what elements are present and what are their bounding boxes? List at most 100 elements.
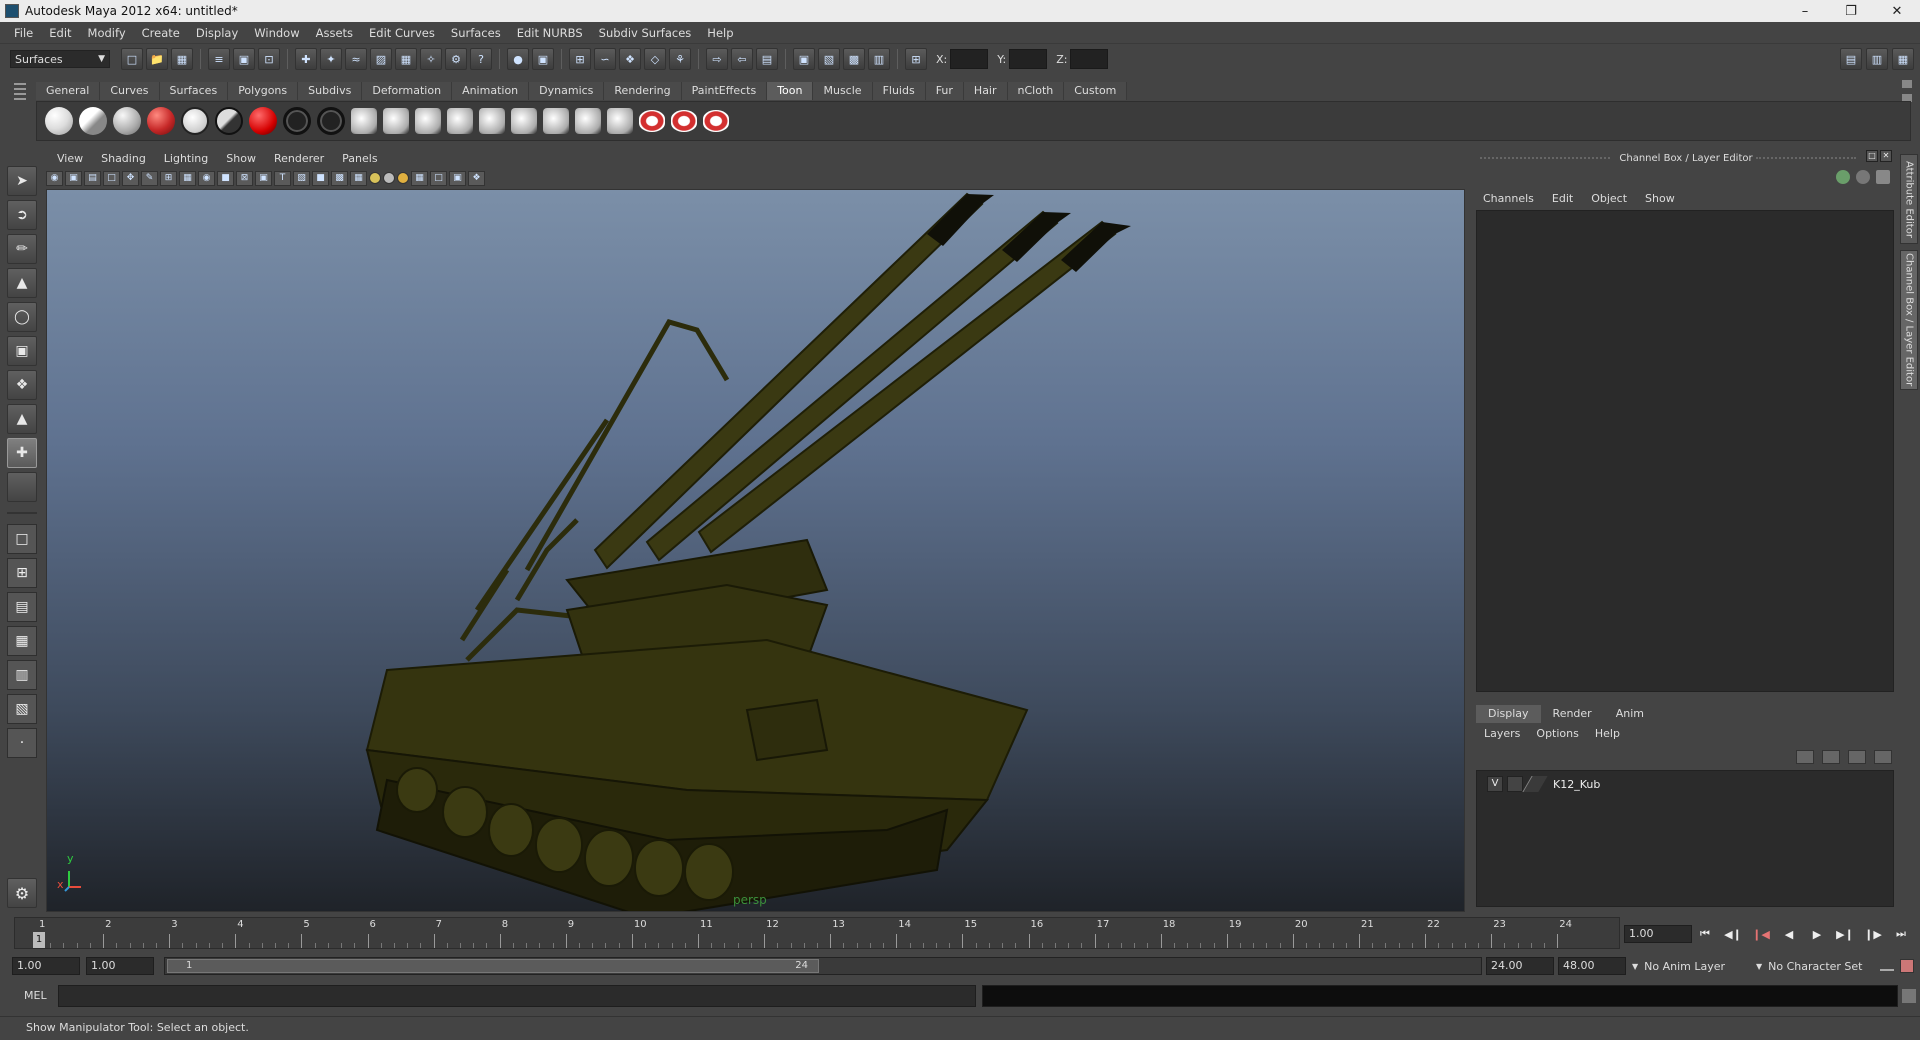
menu-edit-nurbs[interactable]: Edit NURBS: [509, 26, 591, 40]
range-slider-track[interactable]: 1 24: [164, 957, 1482, 975]
soft-modification-icon[interactable]: ▲: [7, 404, 37, 434]
field-chart-icon[interactable]: ⊠: [236, 170, 253, 186]
ipr-render-icon[interactable]: ▧: [818, 48, 840, 70]
layer-menu-layers[interactable]: Layers: [1476, 727, 1528, 740]
move-layer-down-icon[interactable]: [1822, 750, 1840, 764]
shadows-icon[interactable]: [397, 172, 409, 184]
current-time-field[interactable]: 1.00: [1624, 925, 1692, 943]
step-forward-frame-icon[interactable]: ▶❙: [1836, 926, 1854, 942]
step-back-key-icon[interactable]: ◀❙: [1724, 926, 1742, 942]
select-hierarchy-icon[interactable]: ≡: [208, 48, 230, 70]
command-language-toggle[interactable]: MEL: [24, 989, 47, 1002]
menu-display[interactable]: Display: [188, 26, 246, 40]
new-empty-layer-icon[interactable]: [1848, 750, 1866, 764]
animation-end-field[interactable]: 48.00: [1558, 957, 1626, 975]
layer-menu-help[interactable]: Help: [1587, 727, 1628, 740]
go-to-start-icon[interactable]: ⏮: [1696, 926, 1714, 942]
safe-action-icon[interactable]: ▣: [255, 170, 272, 186]
toon-red-shader-icon[interactable]: [249, 107, 277, 135]
gear-icon[interactable]: ⚙: [7, 878, 37, 908]
xray-icon[interactable]: □: [430, 170, 447, 186]
playback-end-field[interactable]: 24.00: [1486, 957, 1554, 975]
layer-color-swatch[interactable]: [1522, 776, 1548, 792]
auto-key-icon[interactable]: [1880, 959, 1894, 971]
restore-button[interactable]: ❐: [1828, 0, 1874, 22]
xray-joints-icon[interactable]: ▣: [449, 170, 466, 186]
drag-handle[interactable]: [1756, 157, 1856, 159]
script-editor-icon[interactable]: [1902, 989, 1916, 1003]
lock-selection-icon[interactable]: ●: [507, 48, 529, 70]
hyperbolic-mode-icon[interactable]: [1876, 170, 1890, 184]
safe-title-icon[interactable]: T: [274, 170, 291, 186]
channel-box-tab[interactable]: Channel Box / Layer Editor: [1900, 250, 1918, 390]
toon-line-modifier-icon[interactable]: [383, 108, 409, 134]
toon-light-angle-fill-icon[interactable]: [79, 107, 107, 135]
smooth-shade-icon[interactable]: ■: [312, 170, 329, 186]
play-forwards-icon[interactable]: ▶: [1808, 926, 1826, 942]
tab-curves[interactable]: Curves: [100, 82, 160, 100]
panel-menu-panels[interactable]: Panels: [333, 152, 386, 166]
snap-curve-icon[interactable]: ∽: [594, 48, 616, 70]
persp-outliner-layout-icon[interactable]: ▤: [7, 592, 37, 622]
go-to-end-icon[interactable]: ⏭: [1892, 926, 1910, 942]
toon-paint-line-icon[interactable]: [351, 108, 377, 134]
new-layer-from-selection-icon[interactable]: [1874, 750, 1892, 764]
panel-menu-shading[interactable]: Shading: [92, 152, 155, 166]
tab-general[interactable]: General: [36, 82, 101, 100]
minimize-button[interactable]: –: [1782, 0, 1828, 22]
snap-point-icon[interactable]: ❖: [619, 48, 641, 70]
save-scene-icon[interactable]: ▦: [171, 48, 193, 70]
layer-visibility-toggle[interactable]: V: [1487, 776, 1503, 792]
isolate-select-icon[interactable]: ▦: [411, 170, 428, 186]
grease-pencil-icon[interactable]: ✎: [141, 170, 158, 186]
character-set-dropdown[interactable]: ▼ No Character Set: [1756, 957, 1862, 975]
select-curve-icon[interactable]: ≈: [345, 48, 367, 70]
toon-profile-icon[interactable]: [447, 108, 473, 134]
toggle-channel-box-icon[interactable]: ▦: [1892, 48, 1914, 70]
tab-animation[interactable]: Animation: [452, 82, 530, 100]
tab-dynamics[interactable]: Dynamics: [529, 82, 605, 100]
make-live-icon[interactable]: ⚘: [669, 48, 691, 70]
menu-assets[interactable]: Assets: [308, 26, 361, 40]
layer-row[interactable]: V K12_Kub: [1477, 771, 1893, 797]
film-gate-icon[interactable]: ▦: [179, 170, 196, 186]
x-field[interactable]: [950, 49, 989, 69]
camera-attributes-icon[interactable]: ▣: [65, 170, 82, 186]
menu-edit[interactable]: Edit: [41, 26, 79, 40]
toon-lips-icon[interactable]: [639, 110, 665, 132]
step-forward-key-icon[interactable]: ❙▶: [1864, 926, 1882, 942]
tab-render[interactable]: Render: [1540, 705, 1604, 723]
hypershade-icon[interactable]: ▥: [868, 48, 890, 70]
shelf-options[interactable]: [1902, 80, 1912, 102]
animation-start-field[interactable]: 1.00: [12, 957, 80, 975]
channel-box-menu-object[interactable]: Object: [1582, 192, 1636, 205]
wireframe-on-shaded-icon[interactable]: ▩: [331, 170, 348, 186]
channel-box-menu-show[interactable]: Show: [1636, 192, 1684, 205]
select-dynamic-icon[interactable]: ✧: [420, 48, 442, 70]
menu-modify[interactable]: Modify: [80, 26, 134, 40]
play-backwards-icon[interactable]: ◀: [1780, 926, 1798, 942]
construction-history-icon[interactable]: ▤: [756, 48, 778, 70]
open-scene-icon[interactable]: 📁: [146, 48, 168, 70]
gate-mask-icon[interactable]: ■: [217, 170, 234, 186]
channel-box-menu-edit[interactable]: Edit: [1543, 192, 1582, 205]
render-settings-icon[interactable]: ▩: [843, 48, 865, 70]
animation-preferences-icon[interactable]: [1900, 959, 1914, 973]
toon-dark-profile-icon[interactable]: [147, 107, 175, 135]
menu-help[interactable]: Help: [699, 26, 741, 40]
shelf-handle[interactable]: [14, 80, 30, 140]
move-tool-icon[interactable]: ▲: [7, 268, 37, 298]
menu-surfaces[interactable]: Surfaces: [443, 26, 509, 40]
select-deformer-icon[interactable]: ▦: [395, 48, 417, 70]
toon-lips-3-icon[interactable]: [703, 110, 729, 132]
toon-rim-light-icon[interactable]: [181, 107, 209, 135]
hypershade-persp-layout-icon[interactable]: ▥: [7, 660, 37, 690]
select-component-icon[interactable]: ⊡: [258, 48, 280, 70]
menu-window[interactable]: Window: [246, 26, 307, 40]
panel-menu-view[interactable]: View: [48, 152, 92, 166]
time-slider[interactable]: 1 2 3 4 5 6 7 8 9 10 11 12 13 14 15 16 17 18 19 20 21 22 23 24 1: [14, 917, 1620, 949]
last-tool-icon[interactable]: [7, 472, 37, 502]
textured-icon[interactable]: ▦: [350, 170, 367, 186]
attribute-editor-tab[interactable]: Attribute Editor: [1900, 154, 1918, 244]
toon-border-icon[interactable]: [511, 108, 537, 134]
